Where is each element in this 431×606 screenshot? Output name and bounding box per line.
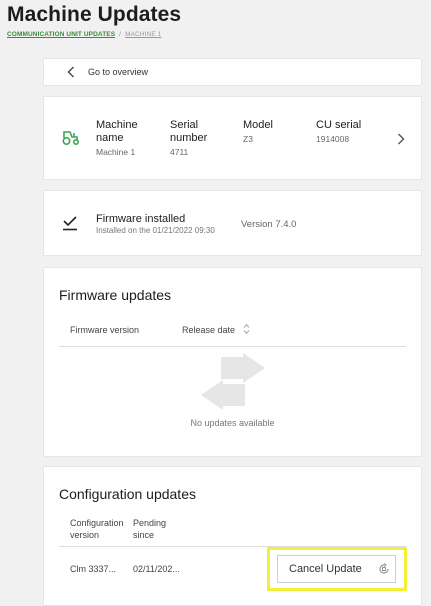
column-header-firmware-version[interactable]: Firmware version [70, 325, 139, 335]
go-to-overview-button[interactable]: Go to overview [43, 58, 422, 86]
cu-serial-label: CU serial [316, 119, 362, 131]
model-label: Model [243, 119, 273, 131]
check-icon [62, 215, 78, 236]
firmware-updates-title: Firmware updates [59, 287, 172, 303]
cancel-update-label: Cancel Update [289, 563, 362, 575]
row-configuration-version: Clm 3337... [70, 564, 117, 574]
cu-serial-value: 1914008 [316, 134, 350, 144]
machine-name-column: Machine name Machine 1 [96, 119, 138, 157]
column-header-release-date[interactable]: Release date [182, 325, 235, 335]
cu-serial-column: CU serial 1914008 [316, 119, 361, 144]
machine-info-card: Machine name Machine 1 Serial number 4711 … [43, 96, 422, 180]
empty-state-text: No updates available [190, 418, 275, 428]
chevron-right-icon[interactable] [397, 132, 405, 150]
table-header-divider [59, 346, 406, 347]
firmware-version-value: Version 7.4.0 [241, 219, 297, 230]
breadcrumb: COMMUNICATION UNIT UPDATES / MACHINE 1 [7, 31, 161, 38]
firmware-installed-title: Firmware installed [96, 213, 186, 225]
configuration-updates-title: Configuration updates [59, 486, 196, 502]
serial-number-label: Serial number [170, 119, 208, 144]
firmware-installed-card: Firmware installed Installed on the 01/2… [43, 190, 422, 256]
serial-number-value: 4711 [170, 147, 189, 157]
configuration-updates-card: Configuration updates Configuration versi… [43, 466, 422, 606]
serial-number-column: Serial number 4711 [170, 119, 207, 157]
breadcrumb-link-machine[interactable]: MACHINE 1 [125, 31, 161, 38]
page-title: Machine Updates [7, 3, 182, 26]
chevron-left-icon [66, 65, 76, 79]
row-pending-since: 02/11/202... [133, 564, 180, 574]
model-column: Model Z3 [243, 119, 273, 144]
breadcrumb-separator: / [119, 31, 122, 38]
go-to-overview-label: Go to overview [88, 67, 149, 77]
highlight-box: Cancel Update [267, 547, 407, 591]
sync-arrows-icon [199, 353, 267, 416]
firmware-installed-date: Installed on the 01/21/2022 09:30 [96, 226, 215, 235]
cancel-update-button[interactable]: Cancel Update [277, 555, 396, 583]
tractor-icon [61, 129, 81, 151]
sync-spinner-icon [378, 563, 390, 575]
sort-icon[interactable] [243, 322, 250, 340]
model-value: Z3 [243, 134, 253, 144]
column-header-configuration-version[interactable]: Configuration version [70, 517, 124, 541]
column-header-pending-since[interactable]: Pending since [133, 517, 166, 541]
machine-name-label: Machine name [96, 119, 138, 144]
firmware-updates-card: Firmware updates Firmware version Releas… [43, 267, 422, 457]
breadcrumb-link-cu-updates[interactable]: COMMUNICATION UNIT UPDATES [7, 31, 115, 38]
machine-name-value: Machine 1 [96, 147, 136, 157]
